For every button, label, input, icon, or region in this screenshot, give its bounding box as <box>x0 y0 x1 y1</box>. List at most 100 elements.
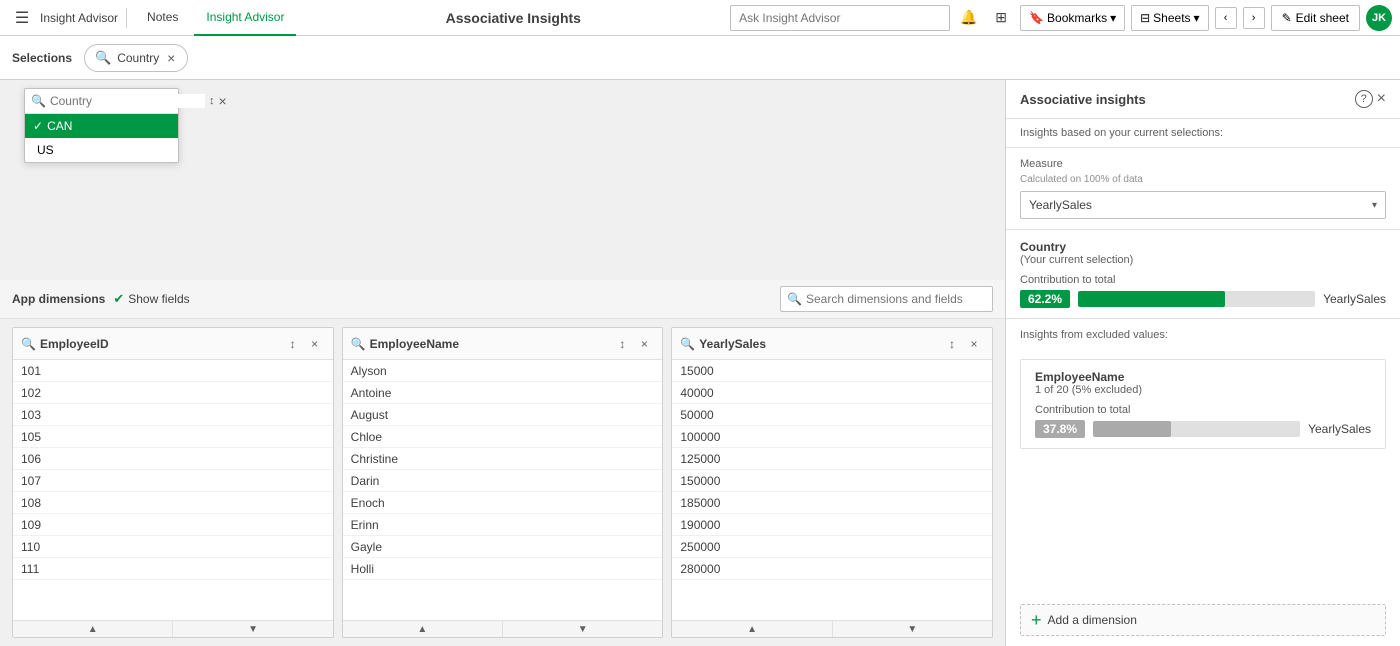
employee-contribution-pct: 37.8% <box>1035 420 1085 438</box>
list-item[interactable]: 107 <box>13 470 333 492</box>
search-dimensions-input[interactable] <box>806 292 986 306</box>
yearlysales-sort-btn[interactable]: ↕ <box>942 334 962 354</box>
yearlysales-remove-btn[interactable]: × <box>964 334 984 354</box>
list-item[interactable]: 100000 <box>672 426 992 448</box>
list-item[interactable]: Darin <box>343 470 663 492</box>
measure-select-arrow-icon: ▾ <box>1372 200 1377 211</box>
list-item[interactable]: 105 <box>13 426 333 448</box>
list-item[interactable]: Chloe <box>343 426 663 448</box>
list-item[interactable]: 280000 <box>672 558 992 580</box>
country-selection-pill[interactable]: 🔍 Country × <box>84 44 188 72</box>
employeeid-header: 🔍 EmployeeID ↕ × <box>13 328 333 360</box>
list-item[interactable]: 50000 <box>672 404 992 426</box>
nav-prev-button[interactable]: ‹ <box>1215 7 1237 29</box>
insights-help-button[interactable]: ? <box>1355 90 1373 108</box>
employee-contribution-field: YearlySales <box>1308 422 1371 436</box>
list-item[interactable]: 150000 <box>672 470 992 492</box>
employeeid-sort-btn[interactable]: ↕ <box>283 334 303 354</box>
country-contribution-label: Contribution to total <box>1020 274 1386 286</box>
list-item[interactable]: 40000 <box>672 382 992 404</box>
list-item[interactable]: 190000 <box>672 514 992 536</box>
list-item[interactable]: 110 <box>13 536 333 558</box>
list-item[interactable]: Alyson <box>343 360 663 382</box>
list-item[interactable]: Christine <box>343 448 663 470</box>
measure-label: Measure <box>1020 158 1386 170</box>
app-name-label: Insight Advisor <box>40 11 118 25</box>
country-sort-button[interactable]: ↕ <box>209 95 215 107</box>
yearlysales-scroll-up[interactable]: ▲ <box>672 621 832 637</box>
country-contribution-pct: 62.2% <box>1020 290 1070 308</box>
employee-insight-title: EmployeeName <box>1035 370 1371 384</box>
list-item[interactable]: Gayle <box>343 536 663 558</box>
notification-button[interactable]: 🔔 <box>956 5 982 31</box>
employeeid-remove-btn[interactable]: × <box>305 334 325 354</box>
list-item[interactable]: 125000 <box>672 448 992 470</box>
list-item[interactable]: 250000 <box>672 536 992 558</box>
list-item[interactable]: Holli <box>343 558 663 580</box>
country-insight-section: Country (Your current selection) Contrib… <box>1006 230 1400 319</box>
toolbar-left: ☰ Insight Advisor Notes Insight Advisor <box>8 0 296 36</box>
grid-button[interactable]: ⊞ <box>988 5 1014 31</box>
sheets-icon: ⊟ <box>1140 11 1150 25</box>
employee-contribution-label: Contribution to total <box>1035 404 1371 416</box>
employeeid-footer: ▲ ▼ <box>13 620 333 637</box>
edit-sheet-button[interactable]: ✎ Edit sheet <box>1271 5 1360 31</box>
insights-title: Associative insights <box>1020 92 1146 107</box>
list-item[interactable]: 106 <box>13 448 333 470</box>
list-item[interactable]: Enoch <box>343 492 663 514</box>
yearlysales-footer: ▲ ▼ <box>672 620 992 637</box>
sheets-button[interactable]: ⊟ Sheets ▾ <box>1131 5 1208 31</box>
list-item[interactable]: 109 <box>13 514 333 536</box>
dropdown-item-can-label: CAN <box>47 119 72 133</box>
employeeid-search-icon: 🔍 <box>21 337 36 351</box>
dropdown-item-us-label: US <box>37 143 54 157</box>
check-icon-show-fields: ✔ <box>113 291 124 307</box>
employeename-sort-btn[interactable]: ↕ <box>612 334 632 354</box>
list-item[interactable]: 111 <box>13 558 333 580</box>
employeename-scroll-down[interactable]: ▼ <box>503 621 662 637</box>
employeename-remove-btn[interactable]: × <box>634 334 654 354</box>
ask-insight-input[interactable] <box>730 5 950 31</box>
country-clear-button[interactable]: × <box>218 93 226 109</box>
bookmarks-button[interactable]: 🔖 Bookmarks ▾ <box>1020 5 1125 31</box>
insights-close-button[interactable]: × <box>1377 90 1386 108</box>
employeename-list: AlysonAntoineAugustChloeChristineDarinEn… <box>343 360 663 620</box>
list-item[interactable]: 185000 <box>672 492 992 514</box>
app-dimensions-label: App dimensions <box>12 292 105 306</box>
yearlysales-scroll-down[interactable]: ▼ <box>833 621 992 637</box>
insights-header: Associative insights ? × <box>1006 80 1400 119</box>
dropdown-item-us[interactable]: US <box>25 138 178 162</box>
tab-notes[interactable]: Notes <box>135 0 190 36</box>
menu-button[interactable]: ☰ <box>8 4 36 32</box>
nav-next-button[interactable]: › <box>1243 7 1265 29</box>
employeename-search-icon: 🔍 <box>351 337 366 351</box>
toolbar-divider <box>126 8 127 28</box>
list-item[interactable]: 102 <box>13 382 333 404</box>
country-dropdown-header: 🔍 ↕ × <box>25 89 178 114</box>
list-item[interactable]: Antoine <box>343 382 663 404</box>
employeename-column: 🔍 EmployeeName ↕ × AlysonAntoineAugustCh… <box>342 327 664 638</box>
list-item[interactable]: August <box>343 404 663 426</box>
country-search-input[interactable] <box>50 94 205 108</box>
measure-select[interactable]: YearlySales ▾ <box>1020 191 1386 219</box>
excluded-section: Insights from excluded values: <box>1006 319 1400 359</box>
pill-clear-button[interactable]: × <box>163 50 179 66</box>
list-item[interactable]: 108 <box>13 492 333 514</box>
dropdown-item-can[interactable]: ✓ CAN <box>25 114 178 138</box>
show-fields-toggle[interactable]: ✔ Show fields <box>113 291 189 307</box>
employeename-scroll-up[interactable]: ▲ <box>343 621 503 637</box>
add-dimension-button[interactable]: + Add a dimension <box>1020 604 1386 636</box>
list-item[interactable]: 15000 <box>672 360 992 382</box>
list-item[interactable]: 101 <box>13 360 333 382</box>
main-content: 🔍 ↕ × ✓ CAN US App dimensions ✔ <box>0 80 1400 646</box>
list-item[interactable]: Erinn <box>343 514 663 536</box>
employeeid-scroll-up[interactable]: ▲ <box>13 621 173 637</box>
yearlysales-list: 1500040000500001000001250001500001850001… <box>672 360 992 620</box>
dimensions-area: 🔍 EmployeeID ↕ × 10110210310510610710810… <box>0 319 1005 646</box>
employee-contribution-bar-row: 37.8% YearlySales <box>1035 420 1371 438</box>
employeeid-scroll-down[interactable]: ▼ <box>173 621 332 637</box>
tab-insight-advisor[interactable]: Insight Advisor <box>194 0 296 36</box>
employeename-footer: ▲ ▼ <box>343 620 663 637</box>
employeeid-list: 101102103105106107108109110111 <box>13 360 333 620</box>
list-item[interactable]: 103 <box>13 404 333 426</box>
